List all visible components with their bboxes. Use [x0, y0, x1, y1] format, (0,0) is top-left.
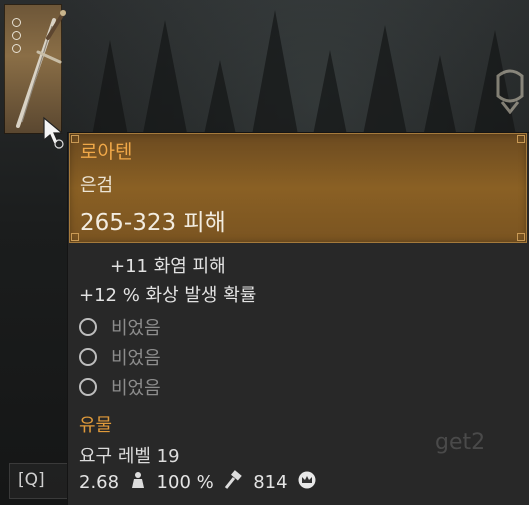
- stat-fire-damage: +11 화염 피해: [110, 256, 226, 277]
- socket-label: 비었음: [111, 378, 161, 399]
- watermark: get2: [435, 430, 486, 455]
- socket-label: 비었음: [111, 318, 161, 339]
- item-damage: 265-323 피해: [80, 210, 226, 236]
- hammer-icon: [223, 470, 243, 495]
- item-tooltip: 로아텐 은검 265-323 피해 +11 화염 피해 +12 % 화상 발생 …: [68, 133, 529, 505]
- socket-slot[interactable]: 비었음: [79, 344, 161, 370]
- cursor-icon: [43, 116, 64, 149]
- socket-slot[interactable]: 비었음: [79, 314, 161, 340]
- item-stats-row: 2.68 100 % 814: [79, 470, 321, 495]
- tooltip-header: 로아텐 은검 265-323 피해: [69, 133, 527, 243]
- price-value: 814: [253, 472, 288, 493]
- level-requirement: 요구 레벨 19: [79, 446, 180, 467]
- durability-value: 100 %: [156, 472, 214, 493]
- socket-label: 비었음: [111, 348, 161, 369]
- keybind-key: [Q]: [18, 470, 45, 490]
- socket-ring-icon: [79, 318, 97, 336]
- weapon-item-slot[interactable]: [4, 4, 66, 134]
- socket-slot[interactable]: 비었음: [79, 374, 161, 400]
- item-rarity: 유물: [79, 415, 113, 436]
- crown-coin-icon: [297, 470, 317, 495]
- item-type: 은검: [80, 175, 114, 196]
- weight-value: 2.68: [79, 472, 120, 493]
- weight-icon: [129, 471, 147, 494]
- socket-ring-icon: [79, 378, 97, 396]
- stat-burn-chance: +12 % 화상 발생 확률: [79, 285, 257, 306]
- socket-ring-icon: [79, 348, 97, 366]
- gauntlet-icon: [496, 69, 524, 114]
- upgrade-slot-dots: [12, 18, 22, 57]
- item-name: 로아텐: [80, 141, 133, 163]
